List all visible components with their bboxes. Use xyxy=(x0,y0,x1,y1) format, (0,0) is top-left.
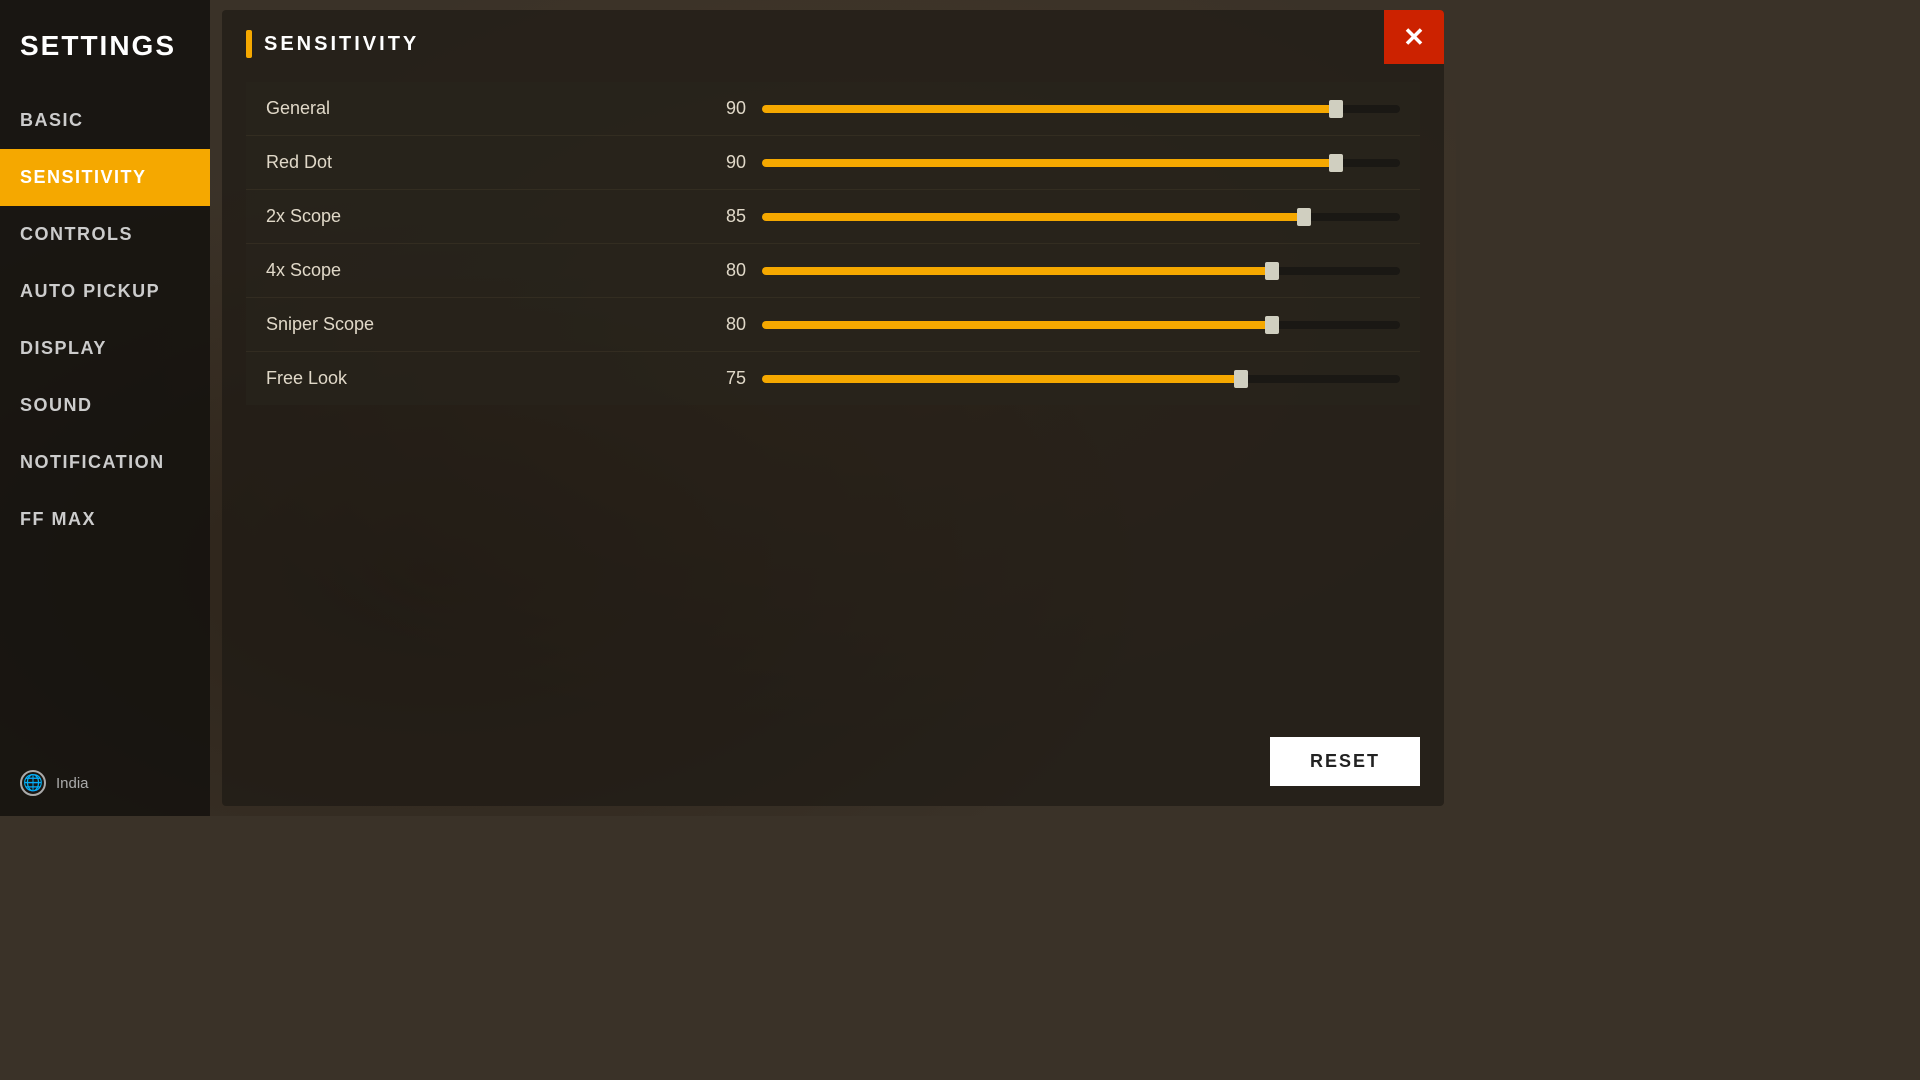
sidebar-item-ff_max[interactable]: FF MAX xyxy=(0,491,210,548)
slider-track-fill xyxy=(762,213,1304,221)
reset-button[interactable]: RESET xyxy=(1270,737,1420,786)
slider-track-fill xyxy=(762,159,1336,167)
slider-row: Red Dot90 xyxy=(246,136,1420,190)
sidebar-item-sensitivity[interactable]: SENSITIVITY xyxy=(0,149,210,206)
section-title: SENSITIVITY xyxy=(264,33,419,56)
slider-row: 4x Scope80 xyxy=(246,244,1420,298)
close-icon: ✕ xyxy=(1403,24,1425,50)
slider-row: General90 xyxy=(246,82,1420,136)
slider-value-4: 80 xyxy=(686,314,746,335)
slider-track-5[interactable] xyxy=(762,369,1400,389)
slider-value-5: 75 xyxy=(686,368,746,389)
slider-thumb[interactable] xyxy=(1329,100,1343,118)
sidebar-item-sound[interactable]: SOUND xyxy=(0,377,210,434)
sidebar-item-auto_pickup[interactable]: AUTO PICKUP xyxy=(0,263,210,320)
slider-row: Sniper Scope80 xyxy=(246,298,1420,352)
settings-title: SETTINGS xyxy=(0,10,210,92)
sidebar-item-controls[interactable]: CONTROLS xyxy=(0,206,210,263)
globe-icon: 🌐 xyxy=(20,770,46,796)
sidebar-item-notification[interactable]: NOTIFICATION xyxy=(0,434,210,491)
slider-track-fill xyxy=(762,105,1336,113)
slider-value-0: 90 xyxy=(686,98,746,119)
main-panel: ✕ SENSITIVITY General90Red Dot902x Scope… xyxy=(222,10,1444,806)
slider-thumb[interactable] xyxy=(1329,154,1343,172)
slider-value-1: 90 xyxy=(686,152,746,173)
slider-thumb[interactable] xyxy=(1297,208,1311,226)
slider-label-5: Free Look xyxy=(266,368,686,389)
slider-label-4: Sniper Scope xyxy=(266,314,686,335)
sidebar: SETTINGS BASICSENSITIVITYCONTROLSAUTO PI… xyxy=(0,0,210,816)
slider-thumb[interactable] xyxy=(1265,262,1279,280)
slider-row: Free Look75 xyxy=(246,352,1420,405)
sidebar-item-display[interactable]: DISPLAY xyxy=(0,320,210,377)
slider-track-0[interactable] xyxy=(762,99,1400,119)
slider-track-fill xyxy=(762,321,1272,329)
slider-track-4[interactable] xyxy=(762,315,1400,335)
slider-track-2[interactable] xyxy=(762,207,1400,227)
slider-label-3: 4x Scope xyxy=(266,260,686,281)
sliders-list: General90Red Dot902x Scope854x Scope80Sn… xyxy=(246,82,1420,405)
slider-thumb[interactable] xyxy=(1265,316,1279,334)
slider-value-2: 85 xyxy=(686,206,746,227)
slider-thumb[interactable] xyxy=(1234,370,1248,388)
slider-track-3[interactable] xyxy=(762,261,1400,281)
app-layout: SETTINGS BASICSENSITIVITYCONTROLSAUTO PI… xyxy=(0,0,1456,816)
slider-label-2: 2x Scope xyxy=(266,206,686,227)
section-accent xyxy=(246,30,252,58)
section-header: SENSITIVITY xyxy=(246,30,1420,58)
slider-label-1: Red Dot xyxy=(266,152,686,173)
slider-row: 2x Scope85 xyxy=(246,190,1420,244)
slider-value-3: 80 xyxy=(686,260,746,281)
slider-label-0: General xyxy=(266,98,686,119)
slider-track-1[interactable] xyxy=(762,153,1400,173)
region-label: India xyxy=(56,775,89,792)
sidebar-footer: 🌐 India xyxy=(0,750,210,816)
slider-track-fill xyxy=(762,375,1241,383)
sidebar-item-basic[interactable]: BASIC xyxy=(0,92,210,149)
slider-track-fill xyxy=(762,267,1272,275)
close-button[interactable]: ✕ xyxy=(1384,10,1444,64)
sidebar-nav: BASICSENSITIVITYCONTROLSAUTO PICKUPDISPL… xyxy=(0,92,210,750)
